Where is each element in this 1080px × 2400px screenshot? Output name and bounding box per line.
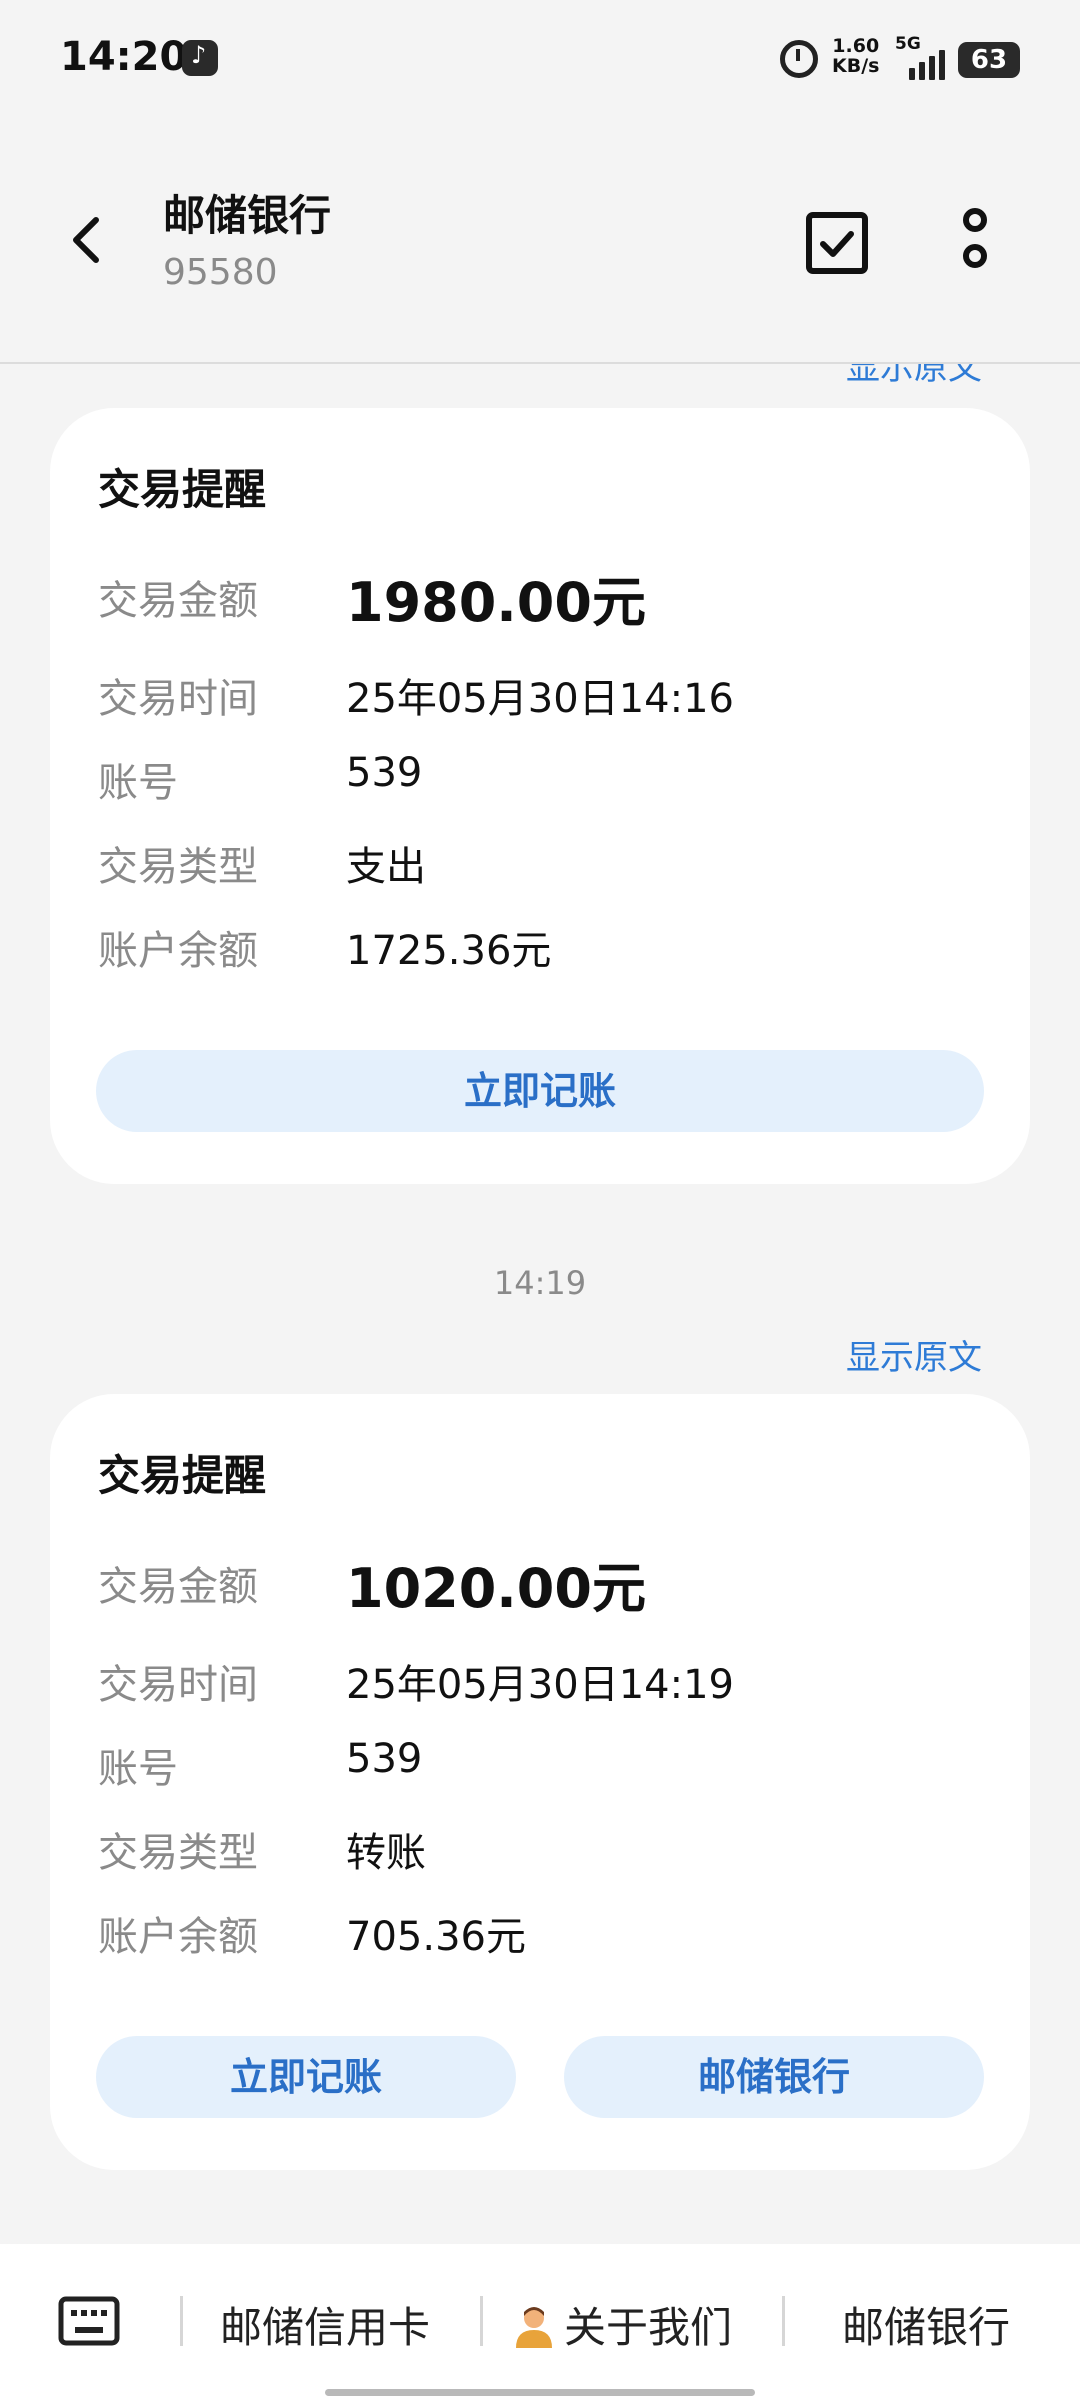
contact-number: 95580 xyxy=(163,252,278,293)
amount-value: 1020.00元 xyxy=(346,1557,646,1620)
battery-icon: 63 xyxy=(958,42,1029,78)
keyboard-icon xyxy=(58,2296,120,2346)
card-title: 交易提醒 xyxy=(98,1451,267,1500)
keyboard-toggle-button[interactable] xyxy=(58,2296,120,2346)
menu-divider xyxy=(782,2296,785,2346)
menu-divider xyxy=(180,2296,183,2346)
account-value: 539 xyxy=(346,1736,423,1782)
home-indicator[interactable] xyxy=(325,2389,755,2396)
type-label: 交易类型 xyxy=(98,1830,258,1876)
account-value: 539 xyxy=(346,750,423,796)
contact-name: 邮储银行 xyxy=(163,191,332,240)
status-bar: 14:20 1.60 KB/s 5G 63 xyxy=(0,0,1080,120)
balance-label: 账户余额 xyxy=(98,1914,258,1960)
network-type: 5G xyxy=(895,34,921,54)
network-speed-value: 1.60 xyxy=(832,35,880,57)
type-label: 交易类型 xyxy=(98,844,258,890)
open-bank-button[interactable]: 邮储银行 xyxy=(564,2036,984,2118)
checkbox-icon xyxy=(806,212,868,274)
show-raw-link[interactable]: 显示原文 xyxy=(846,364,982,389)
record-now-button[interactable]: 立即记账 xyxy=(96,1050,984,1132)
amount-label: 交易金额 xyxy=(98,1564,258,1610)
back-button[interactable] xyxy=(58,210,118,270)
card-title: 交易提醒 xyxy=(98,465,267,514)
signal-icon: 5G xyxy=(895,34,951,80)
balance-label: 账户余额 xyxy=(98,928,258,974)
message-timestamp: 14:19 xyxy=(493,1264,587,1302)
back-icon xyxy=(73,217,99,263)
show-raw-link[interactable]: 显示原文 xyxy=(846,1330,982,1379)
balance-value: 1725.36元 xyxy=(346,928,552,974)
menu-about-us[interactable]: 关于我们 xyxy=(512,2294,732,2355)
message-list[interactable]: 显示原文 交易提醒 交易金额 1980.00元 交易时间 25年05月30日14… xyxy=(0,364,1080,2244)
account-label: 账号 xyxy=(98,760,178,806)
conversation-header: 邮储银行 95580 xyxy=(0,120,1080,364)
amount-label: 交易金额 xyxy=(98,578,258,624)
tiktok-notification-icon xyxy=(182,40,218,76)
more-options-button[interactable] xyxy=(940,206,1010,276)
menu-bank[interactable]: 邮储银行 xyxy=(842,2294,1010,2355)
person-icon xyxy=(512,2304,556,2348)
transaction-card: 交易提醒 交易金额 1020.00元 交易时间 25年05月30日14:19 账… xyxy=(50,1394,1030,2170)
sms-conversation-screen: 14:20 1.60 KB/s 5G 63 邮储银行 95580 xyxy=(0,0,1080,2400)
type-value: 支出 xyxy=(346,844,426,890)
time-label: 交易时间 xyxy=(98,1662,258,1708)
service-menu-bar: 邮储信用卡 关于我们 邮储银行 xyxy=(0,2244,1080,2400)
menu-about-us-label: 关于我们 xyxy=(564,2303,733,2352)
menu-credit-card[interactable]: 邮储信用卡 xyxy=(220,2294,430,2355)
alarm-icon xyxy=(780,40,818,78)
network-speed-unit: KB/s xyxy=(832,55,880,77)
time-value: 25年05月30日14:16 xyxy=(346,676,734,722)
time-label: 交易时间 xyxy=(98,676,258,722)
select-button[interactable] xyxy=(804,210,870,276)
amount-value: 1980.00元 xyxy=(346,571,646,634)
type-value: 转账 xyxy=(346,1830,426,1876)
menu-divider xyxy=(480,2296,483,2346)
status-time: 14:20 xyxy=(60,34,188,80)
record-now-button[interactable]: 立即记账 xyxy=(96,2036,516,2118)
network-speed: 1.60 KB/s xyxy=(832,36,879,76)
account-label: 账号 xyxy=(98,1746,178,1792)
balance-value: 705.36元 xyxy=(346,1914,526,1960)
time-value: 25年05月30日14:19 xyxy=(346,1662,734,1708)
more-vertical-icon xyxy=(963,208,987,268)
transaction-card: 交易提醒 交易金额 1980.00元 交易时间 25年05月30日14:16 账… xyxy=(50,408,1030,1184)
